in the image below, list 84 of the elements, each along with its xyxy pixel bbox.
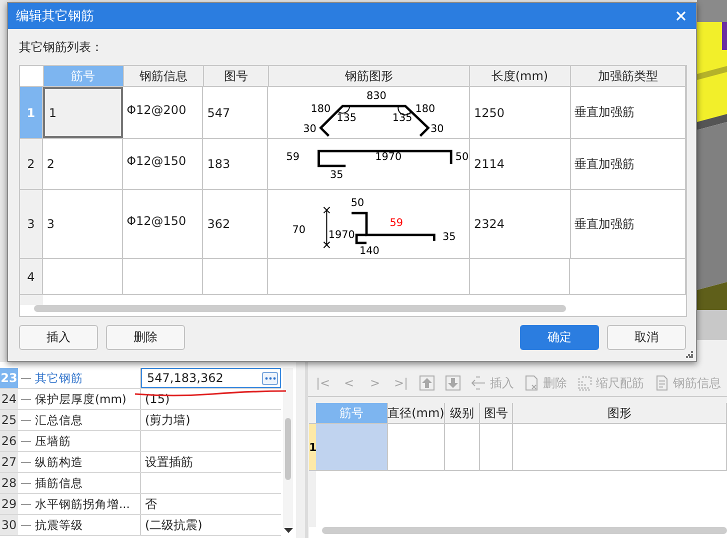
row-header[interactable]: 3 bbox=[20, 190, 43, 258]
value-field[interactable]: 547,183,362 bbox=[141, 368, 281, 388]
property-name: 压墙筋 bbox=[18, 431, 141, 451]
dimension-label: 50 bbox=[455, 150, 469, 163]
cancel-button[interactable]: 取消 bbox=[607, 325, 686, 350]
property-name: 汇总信息 bbox=[18, 410, 141, 430]
file-delete-icon bbox=[524, 375, 540, 391]
table-cell: 垂直加强筋 bbox=[574, 104, 635, 121]
dimension-label: 830 bbox=[366, 90, 386, 102]
field-value: 547,183,362 bbox=[147, 371, 224, 385]
document-icon bbox=[654, 375, 670, 391]
property-name: 水平钢筋拐角增... bbox=[18, 494, 141, 514]
dimension-label: 50 bbox=[350, 196, 364, 209]
table-cell: 2324 bbox=[474, 217, 504, 231]
dimension-label: 30 bbox=[430, 122, 444, 134]
row-header[interactable]: 4 bbox=[20, 259, 43, 294]
dimension-label: 1970 bbox=[375, 150, 402, 163]
table-cell: 垂直加强筋 bbox=[574, 156, 635, 172]
row-number: 25 bbox=[0, 410, 18, 430]
table-cell: 183 bbox=[207, 157, 230, 171]
dialog-button[interactable]: 插入 bbox=[19, 325, 98, 350]
property-name: 纵筋构造 bbox=[18, 452, 141, 472]
close-button[interactable] bbox=[674, 9, 688, 23]
table-cell: 1250 bbox=[474, 106, 504, 120]
dimension-label: 35 bbox=[330, 168, 344, 180]
property-name: 保护层厚度(mm) bbox=[18, 389, 141, 409]
column-header[interactable]: 级别 bbox=[445, 403, 480, 423]
column-header[interactable]: 钢筋信息 bbox=[124, 66, 204, 86]
column-header[interactable]: 直径(mm) bbox=[388, 403, 445, 423]
dimension-label: 135 bbox=[336, 111, 357, 124]
column-header[interactable]: 图号 bbox=[204, 66, 269, 86]
dimension-label: 180 bbox=[310, 102, 331, 115]
column-header[interactable]: 钢筋图形 bbox=[268, 66, 470, 86]
property-value: 设置插筋 bbox=[145, 454, 193, 470]
property-value: (剪力墙) bbox=[145, 412, 190, 428]
column-header[interactable]: 长度(mm) bbox=[470, 66, 571, 86]
property-value: 否 bbox=[145, 496, 157, 512]
confirm-button[interactable]: 确定 bbox=[520, 325, 599, 350]
list-label: 其它钢筋列表： bbox=[19, 38, 104, 56]
dimension-label: 70 bbox=[292, 223, 306, 236]
ellipsis-button[interactable] bbox=[262, 372, 278, 384]
scrollbar[interactable] bbox=[283, 368, 293, 528]
dimension-label: 59 bbox=[286, 150, 300, 163]
row-header[interactable]: 2 bbox=[20, 139, 43, 189]
property-name: 抗震等级 bbox=[18, 515, 141, 535]
row-number: 26 bbox=[0, 431, 18, 451]
column-header[interactable]: 加强筋类型 bbox=[570, 66, 686, 86]
insert-icon bbox=[471, 375, 487, 391]
bars-icon bbox=[577, 375, 593, 391]
row-number: 24 bbox=[0, 389, 18, 409]
table-cell: 2 bbox=[46, 157, 55, 171]
dimension-label: 140 bbox=[359, 244, 380, 256]
table-cell: 362 bbox=[207, 217, 230, 231]
table-cell: 547 bbox=[207, 106, 230, 120]
dimension-label: 59 bbox=[390, 216, 403, 228]
table-cell: 2114 bbox=[474, 157, 504, 171]
scrollbar[interactable] bbox=[34, 305, 566, 312]
resize-grip[interactable] bbox=[686, 351, 693, 358]
table-cell: Φ12@200 bbox=[126, 102, 186, 116]
property-value: (二级抗震) bbox=[145, 516, 202, 534]
dimension-label: 30 bbox=[303, 122, 316, 134]
row-number: 23 bbox=[0, 368, 18, 388]
table-cell: 1 bbox=[48, 106, 57, 120]
column-header[interactable]: 图形 bbox=[513, 403, 727, 423]
ellipsis-icon bbox=[264, 376, 276, 380]
dialog-button[interactable]: 删除 bbox=[106, 325, 185, 350]
row-header bbox=[309, 471, 316, 527]
dimension-label: 1970 bbox=[328, 228, 355, 240]
property-name: 插筋信息 bbox=[18, 473, 141, 493]
row-number: 27 bbox=[0, 452, 18, 472]
dimension-label: 35 bbox=[442, 230, 456, 242]
scrollbar[interactable] bbox=[322, 527, 727, 534]
row-header bbox=[20, 295, 43, 305]
table-cell: Φ12@150 bbox=[126, 214, 186, 228]
window-title: 编辑其它钢筋 bbox=[16, 8, 94, 25]
row-number: 30 bbox=[0, 515, 18, 535]
row-number: 28 bbox=[0, 473, 18, 493]
table-cell: Φ12@150 bbox=[126, 154, 186, 168]
row-header[interactable]: 1 bbox=[309, 424, 316, 470]
table-cell: 垂直加强筋 bbox=[574, 216, 635, 232]
table-cell: 3 bbox=[46, 217, 55, 231]
column-header[interactable]: 图号 bbox=[480, 403, 513, 423]
dimension-label: 180 bbox=[415, 102, 436, 115]
row-number: 29 bbox=[0, 494, 18, 514]
